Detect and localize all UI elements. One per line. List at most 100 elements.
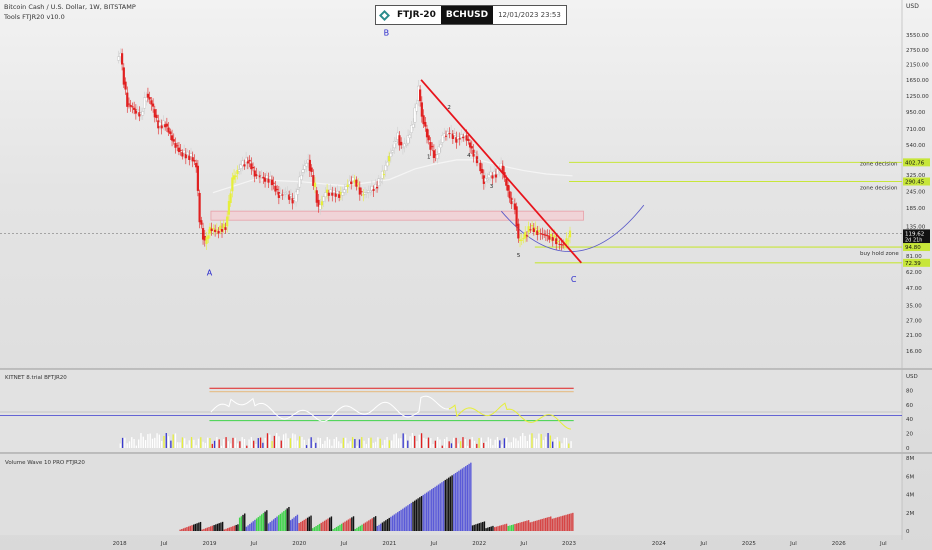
indicator-histogram-bar — [181, 437, 184, 448]
volume-bar — [425, 492, 428, 531]
y-tick-label: 1250.00 — [906, 94, 929, 100]
volume-bar — [351, 517, 353, 531]
volume-bar — [380, 523, 382, 531]
chart-canvas[interactable]: Bitcoin Cash / U.S. Dollar, 1W, BITSTAMP… — [0, 0, 932, 550]
x-tick-label: 2026 — [832, 541, 846, 547]
indicator-histogram-bar — [522, 433, 524, 448]
volume-bar — [295, 516, 297, 531]
volume-bar — [293, 517, 295, 531]
candle-body — [525, 235, 529, 237]
volume-bar — [310, 515, 312, 531]
candle-body — [477, 159, 480, 161]
volume-bar — [298, 523, 300, 531]
indicator-histogram-bar — [312, 441, 315, 448]
volume-bar — [198, 522, 200, 531]
volume-bar — [225, 528, 227, 531]
candle-body — [229, 193, 232, 203]
candle-body — [250, 163, 253, 170]
volume-bar — [420, 496, 423, 531]
indicator-histogram-bar — [282, 434, 285, 448]
volume-bar — [478, 523, 481, 531]
volume-bar — [476, 523, 479, 531]
y-tick-label: 16.00 — [906, 349, 922, 355]
volume-bar — [373, 517, 375, 531]
indicator-histogram-bar — [547, 433, 549, 448]
candle-body — [148, 97, 151, 100]
candle-body — [126, 92, 129, 107]
candle-body — [327, 192, 330, 196]
volume-bar — [563, 515, 566, 531]
indicator-histogram-bar — [515, 438, 517, 448]
indicator-histogram-bar — [273, 435, 276, 448]
volume-bar — [369, 519, 372, 531]
zone-decision-label: zone decision — [860, 161, 898, 167]
y-tick-label: 185.00 — [906, 206, 926, 212]
volume-bar — [431, 489, 433, 531]
candle-body — [346, 184, 349, 188]
volume-bar — [220, 522, 222, 531]
indicator-histogram-bar — [434, 440, 437, 448]
indicator-histogram-bar — [496, 437, 499, 448]
volume-bar — [407, 505, 409, 531]
volume-bar — [463, 467, 465, 531]
indicator-histogram-bar — [340, 443, 342, 448]
volume-bar — [271, 520, 273, 531]
volume-bar — [181, 528, 183, 531]
candle-body — [281, 194, 284, 196]
indicator-histogram-bar — [460, 441, 462, 448]
candle-body — [350, 181, 353, 185]
indicator-histogram-bar — [349, 441, 351, 448]
indicator-histogram-bar — [535, 438, 538, 448]
candle-body — [179, 149, 182, 151]
volume-bar — [385, 520, 387, 531]
volume-bar — [529, 522, 532, 531]
volume-bar — [215, 524, 217, 531]
indicator-histogram-bar — [232, 437, 234, 448]
volume-bar — [361, 524, 363, 531]
indicator-histogram-bar — [356, 445, 358, 448]
indicator-histogram-bar — [568, 443, 570, 448]
volume-bar — [465, 466, 467, 531]
candle-body — [141, 111, 145, 116]
volume-bar — [267, 523, 270, 531]
indicator-histogram-bar — [241, 437, 243, 448]
candle-body — [338, 194, 341, 198]
candle-body — [268, 176, 272, 180]
volume-bar — [184, 527, 186, 531]
candle-body — [246, 161, 249, 164]
volume-bar — [245, 526, 248, 531]
volume-bar — [512, 524, 515, 531]
candle-body — [207, 235, 210, 239]
indicator-histogram-bar — [395, 433, 397, 448]
volume-bar — [516, 523, 518, 531]
candle-body — [365, 192, 368, 194]
indicator-histogram-bar — [529, 434, 531, 448]
indicator-histogram-bar — [563, 437, 565, 448]
indicator-histogram-bar — [140, 433, 142, 448]
volume-bar — [475, 524, 477, 531]
price-chart[interactable]: USD 3550.00 2750.00 2150.00 1650.00 1250.00 95… — [0, 0, 932, 550]
candle-body — [248, 159, 251, 162]
volume-bar — [432, 487, 435, 531]
indicator-histogram-bar — [197, 438, 200, 448]
candle-body — [127, 103, 131, 105]
indicator-histogram-bar — [448, 441, 450, 448]
volume-bar — [439, 483, 441, 531]
candle-body — [155, 114, 158, 119]
indicator-tick: 60 — [906, 403, 913, 409]
candle-body — [429, 142, 432, 150]
volume-bar — [507, 525, 509, 531]
indicator-histogram-bar — [266, 433, 269, 448]
x-tick-label: 2024 — [652, 541, 666, 547]
indicator-histogram-bar — [239, 441, 241, 448]
volume-bar — [191, 525, 193, 531]
y-tick-label: 540.00 — [906, 143, 926, 149]
candle-body — [286, 191, 289, 193]
x-tick-label: 2025 — [742, 541, 756, 547]
volume-bar — [493, 527, 496, 531]
y-tick-label: 710.00 — [906, 127, 926, 133]
volume-bar — [329, 517, 331, 531]
indicator-histogram-bar — [317, 437, 319, 448]
volume-bar — [252, 521, 254, 531]
candle-body — [524, 232, 527, 239]
